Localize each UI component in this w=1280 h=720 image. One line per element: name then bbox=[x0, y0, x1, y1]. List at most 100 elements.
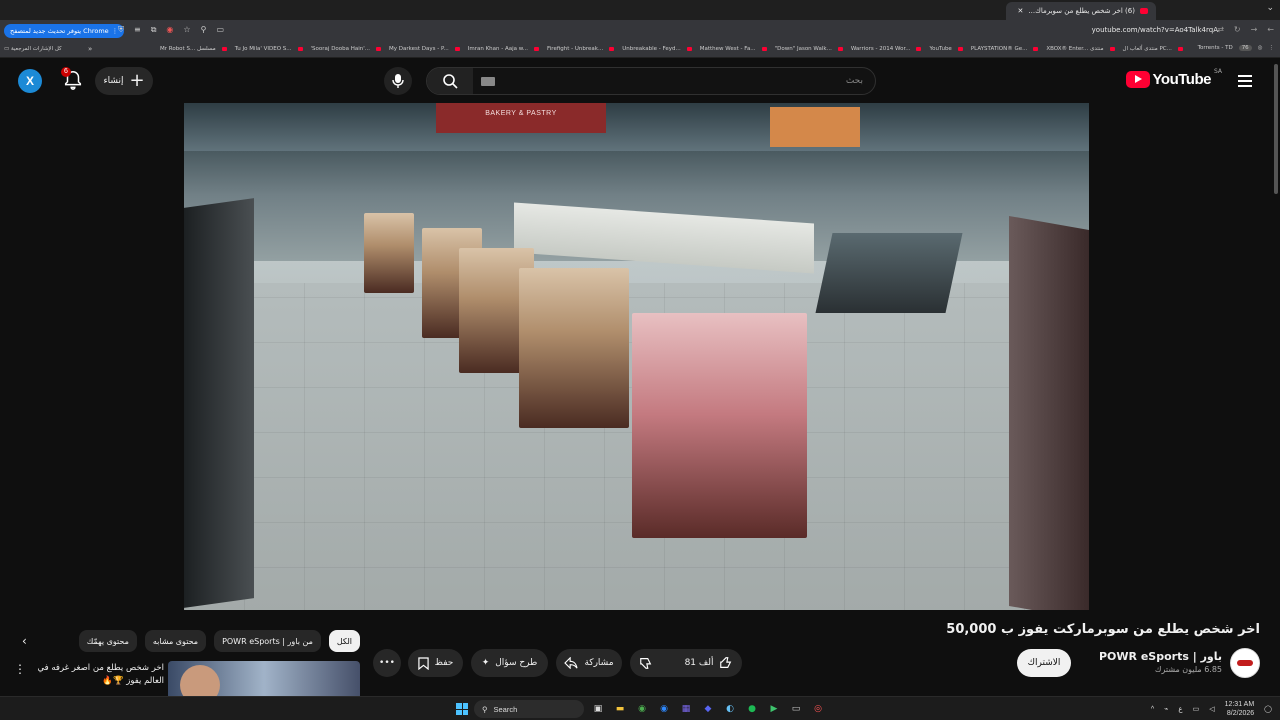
recommendation-title[interactable]: اخر شخص يطلع من اصغر غرفه في العالم يفوز… bbox=[30, 662, 164, 688]
tab-close-icon[interactable]: ✕ bbox=[1018, 7, 1024, 15]
chrome-icon[interactable]: ◉ bbox=[634, 701, 650, 717]
youtube-logo[interactable]: YouTube SA bbox=[1125, 68, 1222, 88]
notifications-button[interactable]: 6 bbox=[61, 67, 84, 91]
extension-shield-icon[interactable]: ⛨ bbox=[118, 25, 124, 35]
steam-icon[interactable]: ◐ bbox=[722, 701, 738, 717]
voice-search-button[interactable] bbox=[384, 67, 412, 95]
file-explorer-icon[interactable]: ▬ bbox=[612, 701, 628, 717]
chevron-left-icon[interactable]: ‹ bbox=[22, 634, 27, 648]
video-frame-sign-orange bbox=[770, 107, 860, 147]
video-frame-gondola bbox=[519, 268, 629, 428]
terminal-icon[interactable]: ▭ bbox=[788, 701, 804, 717]
bookmark-item[interactable]: Imran Khan - Aaja w... bbox=[468, 46, 539, 52]
save-button[interactable]: حفظ bbox=[408, 649, 463, 677]
bookmark-item[interactable]: PLAYSTATION® Ge... bbox=[971, 46, 1039, 52]
tray-overflow-icon[interactable]: ^ bbox=[1151, 706, 1154, 713]
chrome-update-button[interactable]: يتوفر تحديث جديد لمتصفح Chrome ⋮ bbox=[4, 24, 125, 38]
bookmark-item[interactable]: Firefight - Unbreak... bbox=[547, 46, 614, 52]
bookmark-item[interactable]: Tu Jo Mila' VIDEO S... bbox=[235, 46, 303, 52]
reload-icon[interactable]: ↻ bbox=[1234, 25, 1241, 34]
share-button[interactable]: مشاركة bbox=[556, 649, 622, 677]
chip-0[interactable]: الكل bbox=[328, 630, 360, 652]
forward-icon[interactable]: → bbox=[1251, 25, 1258, 34]
ask-button[interactable]: ✦ طرح سؤال bbox=[471, 649, 548, 677]
taskbar-search[interactable]: ⚲ Search bbox=[474, 700, 584, 718]
bookmark-star-icon[interactable]: ☆ bbox=[183, 25, 190, 35]
like-button[interactable]: 81 ألف bbox=[675, 649, 744, 677]
folder-icon: ▭ bbox=[4, 46, 10, 52]
network-icon[interactable]: ▭ bbox=[1193, 705, 1200, 713]
bookmark-item[interactable]: منتدى ألعاب ال PC... bbox=[1123, 46, 1183, 52]
cast-icon[interactable]: ▭ bbox=[216, 25, 224, 35]
bookmark-item[interactable]: XBOX® Enter... منتدى bbox=[1046, 46, 1114, 52]
all-bookmarks-button[interactable]: ▭ كل الإشارات المرجعية bbox=[4, 46, 62, 52]
bookmark-item[interactable]: Matthew West - Fa... bbox=[700, 46, 767, 52]
windows-start-icon[interactable] bbox=[456, 703, 468, 715]
tab-search-icon[interactable]: ⌄ bbox=[1266, 3, 1274, 13]
subscribe-button[interactable]: الاشتراك bbox=[1017, 649, 1071, 677]
chip-3[interactable]: محتوى يهمّك bbox=[78, 630, 137, 652]
like-dislike-group: 81 ألف bbox=[630, 649, 742, 677]
extension-red-icon[interactable]: ◉ bbox=[166, 25, 173, 35]
recommendation-thumbnail[interactable] bbox=[168, 661, 360, 696]
bookmark-item[interactable]: Warriors - 2014 Wor... bbox=[851, 46, 922, 52]
chip-1[interactable]: من باور | POWR eSports bbox=[214, 630, 321, 652]
more-actions-button[interactable]: ••• bbox=[373, 649, 401, 677]
chip-2[interactable]: محتوى مشابه bbox=[144, 630, 207, 652]
video-frame-gondola bbox=[632, 313, 807, 538]
discord-icon[interactable]: ◆ bbox=[700, 701, 716, 717]
chrome-alt-icon[interactable]: ◉ bbox=[656, 701, 672, 717]
recommendation-menu-icon[interactable]: ⋮ bbox=[14, 663, 26, 675]
youtube-play-icon bbox=[1125, 71, 1150, 88]
windows-taskbar: ⚲ Search ▣ ▬ ◉ ◉ ▦ ◆ ◐ ● ▶ ▭ ◎ ^ ⌁ ع ▭ ◁… bbox=[0, 696, 1280, 720]
app-grid-icon[interactable]: ▦ bbox=[678, 701, 694, 717]
battery-icon[interactable]: ⌁ bbox=[1164, 705, 1168, 713]
video-frame-gondola bbox=[364, 213, 414, 293]
back-icon[interactable]: ← bbox=[1267, 25, 1274, 34]
input-language[interactable]: ع bbox=[1178, 705, 1182, 713]
bookmark-item[interactable]: Mr Robot S... مسلسل bbox=[160, 46, 227, 52]
taskbar-apps: ⚲ Search ▣ ▬ ◉ ◉ ▦ ◆ ◐ ● ▶ ▭ ◎ bbox=[456, 700, 826, 718]
bookmarks-overflow-icon[interactable]: » bbox=[88, 45, 92, 53]
search-button[interactable] bbox=[427, 68, 473, 94]
youtube-app-icon[interactable]: ◎ bbox=[810, 701, 826, 717]
menu-vert-icon[interactable]: ⋮ bbox=[1269, 45, 1275, 51]
clock-date: 8/2/2026 bbox=[1226, 710, 1255, 717]
extension-list-icon[interactable]: ≡ bbox=[134, 25, 141, 35]
extensions-puzzle-icon[interactable]: ⧉ bbox=[151, 25, 157, 35]
account-avatar[interactable]: X bbox=[18, 69, 42, 93]
keyboard-icon[interactable] bbox=[481, 77, 495, 86]
video-player[interactable]: BAKERY & PASTRY bbox=[184, 103, 1089, 610]
dislike-button[interactable] bbox=[629, 649, 663, 677]
clock[interactable]: 12:31 AM 8/2/2026 bbox=[1225, 700, 1255, 718]
volume-icon[interactable]: ◁ bbox=[1209, 705, 1214, 713]
microphone-icon bbox=[392, 74, 404, 88]
task-view-icon[interactable]: ▣ bbox=[590, 701, 606, 717]
channel-avatar[interactable] bbox=[1230, 648, 1260, 678]
create-label: إنشاء bbox=[103, 76, 124, 86]
address-bar[interactable]: youtube.com/watch?v=Ao4Talk4rqA bbox=[1092, 26, 1218, 34]
country-code: SA bbox=[1213, 68, 1222, 75]
site-settings-icon[interactable]: ⇄ bbox=[1217, 25, 1224, 34]
taskbar-search-label: Search bbox=[493, 704, 518, 714]
bookmark-item[interactable]: My Darkest Days - P... bbox=[389, 46, 460, 52]
bookmark-item[interactable]: Unbreakable - Feyd... bbox=[622, 46, 691, 52]
notification-center-icon[interactable]: ◯ bbox=[1264, 705, 1272, 713]
guide-menu-icon[interactable] bbox=[1238, 75, 1252, 87]
channel-name[interactable]: باور | POWR eSports bbox=[1099, 650, 1222, 663]
ask-label: طرح سؤال bbox=[495, 658, 538, 668]
create-button[interactable]: إنشاء + bbox=[95, 67, 153, 95]
search-input[interactable] bbox=[503, 73, 863, 89]
spotify-icon[interactable]: ● bbox=[744, 701, 760, 717]
bookmark-item[interactable]: YouTube bbox=[929, 46, 962, 52]
media-player-icon[interactable]: ▶ bbox=[766, 701, 782, 717]
bookmark-item[interactable]: 'Sooraj Dooba Hain'... bbox=[311, 46, 382, 52]
page-scrollbar[interactable] bbox=[1274, 64, 1278, 194]
zoom-icon[interactable]: ⚲ bbox=[201, 25, 207, 35]
bookmark-item[interactable]: "Down" Jason Walk... bbox=[775, 46, 843, 52]
video-title: اخر شخص يطلع من سوبرماركت يفوز ب 50,000 bbox=[946, 622, 1260, 637]
bookmark-torrents[interactable]: Torrents - TD bbox=[1198, 45, 1233, 51]
bookmark-badge: 76 bbox=[1238, 45, 1252, 51]
share-icon bbox=[564, 657, 579, 669]
browser-tab[interactable]: ✕ (6) اخر شخص يطلع من سوبرماك... bbox=[1006, 2, 1156, 20]
